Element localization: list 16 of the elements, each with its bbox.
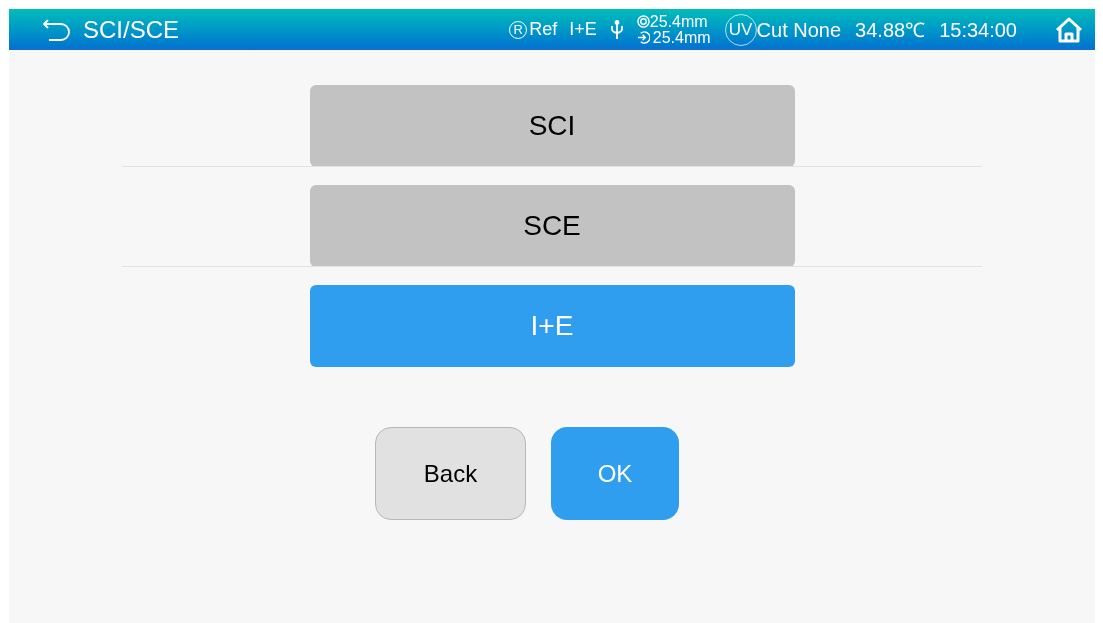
option-button[interactable]: SCE — [309, 185, 795, 267]
aperture-reading: 25.4mm — [652, 29, 711, 46]
home-icon[interactable] — [1055, 16, 1083, 43]
arrow-in-icon — [636, 31, 650, 44]
aperture-reading: 25.4mm — [649, 13, 708, 30]
target-icon — [636, 15, 650, 28]
uv-label: Cut None — [756, 17, 842, 43]
screen-title: SCI/SCE — [83, 14, 180, 45]
mode-label: I+E — [569, 18, 597, 41]
usb-icon — [608, 19, 625, 40]
back-button[interactable]: Back — [375, 427, 526, 520]
back-icon[interactable] — [41, 17, 71, 42]
option-button[interactable]: SCI — [309, 85, 795, 167]
temperature-reading: 34.88℃ — [855, 17, 926, 43]
clock-time: 15:34:00 — [939, 17, 1017, 43]
ref-label: Ref — [529, 18, 558, 41]
